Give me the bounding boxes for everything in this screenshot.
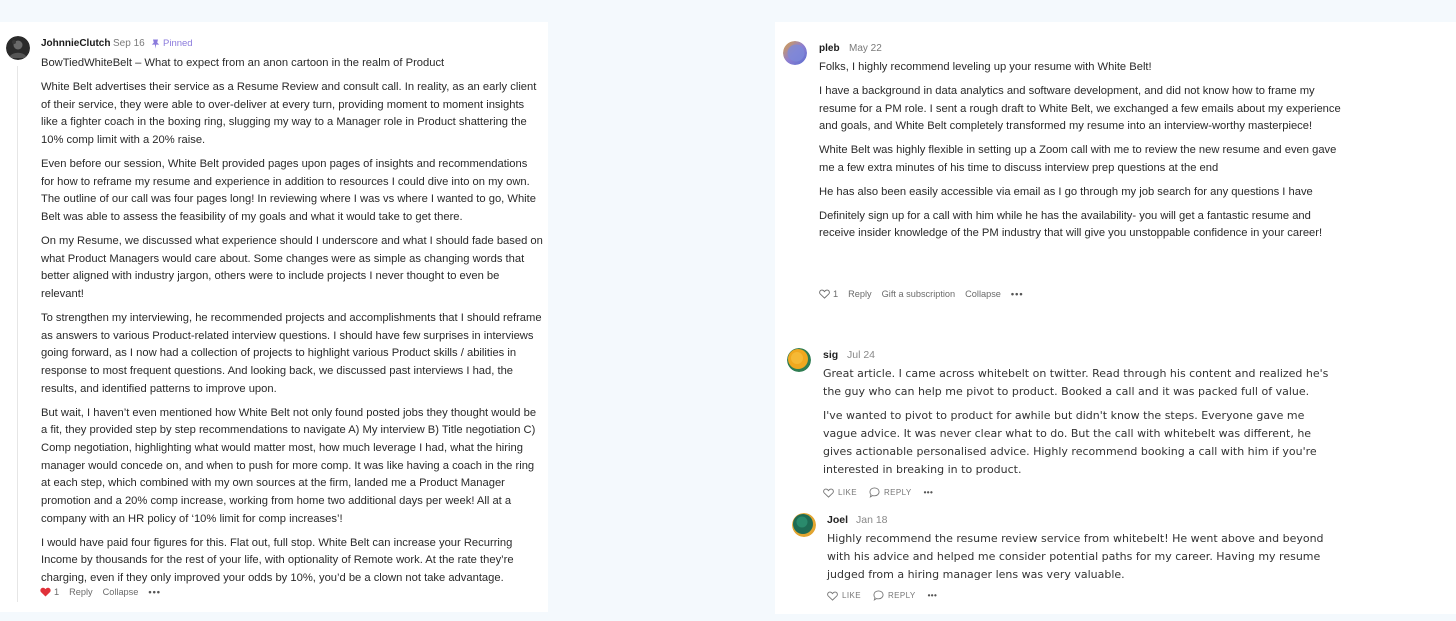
like-label: LIKE (842, 591, 861, 600)
pinned-badge: Pinned (151, 38, 193, 49)
comment-paragraph: To strengthen my interviewing, he recomm… (41, 311, 542, 395)
avatar-joel[interactable] (792, 513, 816, 537)
avatar-image (783, 41, 807, 65)
comment-paragraph: Great article. I came across whitebelt o… (823, 367, 1329, 398)
comment-paragraph: I've wanted to pivot to product for awhi… (823, 408, 1317, 476)
comment-date[interactable]: Jul 24 (847, 349, 875, 361)
like-count: 1 (54, 587, 60, 597)
comment-author[interactable]: JohnnieClutch (41, 38, 110, 49)
avatar-johnnieclutch[interactable] (6, 36, 30, 60)
pinned-label: Pinned (163, 38, 193, 49)
comment-author[interactable]: Joel (827, 514, 848, 526)
comment-paragraph: BowTiedWhiteBelt – What to expect from a… (41, 57, 445, 69)
reply-button[interactable]: REPLY (869, 487, 912, 498)
comment-actions: 1 Reply Collapse ••• (40, 587, 171, 597)
collapse-button[interactable]: Collapse (103, 587, 139, 597)
like-button[interactable]: 1 (819, 289, 838, 299)
collapse-button[interactable]: Collapse (965, 289, 1001, 299)
comment-body: Highly recommend the resume review servi… (827, 530, 1327, 584)
like-label: LIKE (838, 488, 857, 497)
comment-date[interactable]: May 22 (849, 43, 882, 54)
comment-body: Folks, I highly recommend leveling up yo… (819, 59, 1345, 243)
reply-button[interactable]: Reply (69, 587, 93, 597)
more-options-icon[interactable]: ••• (148, 587, 161, 597)
like-count: 1 (833, 289, 839, 299)
avatar-image (6, 36, 30, 60)
reply-button[interactable]: Reply (848, 289, 872, 299)
comment-body: BowTiedWhiteBelt – What to expect from a… (41, 55, 543, 588)
comment-paragraph: Folks, I highly recommend leveling up yo… (819, 61, 1152, 73)
heart-outline-icon (823, 488, 834, 498)
comment-paragraph: But wait, I haven’t even mentioned how W… (41, 406, 537, 525)
heart-filled-icon (40, 587, 51, 597)
comment-author[interactable]: pleb (819, 43, 840, 54)
gift-subscription-button[interactable]: Gift a subscription (882, 289, 956, 299)
comment-paragraph: Even before our session, White Belt prov… (41, 157, 536, 223)
reply-button[interactable]: REPLY (873, 590, 916, 601)
like-button[interactable]: LIKE (823, 488, 857, 498)
comment-paragraph: I would have paid four figures for this.… (41, 536, 514, 585)
thread-line (17, 66, 18, 602)
comment-paragraph: Definitely sign up for a call with him w… (819, 209, 1323, 240)
comment-date[interactable]: Jan 18 (856, 514, 888, 526)
comment-date[interactable]: Sep 16 (113, 38, 145, 49)
avatar-pleb[interactable] (783, 41, 807, 65)
comment-author[interactable]: sig (823, 349, 838, 361)
like-button[interactable]: LIKE (827, 591, 861, 601)
more-options-icon[interactable]: ••• (1011, 289, 1024, 299)
avatar-image (792, 513, 816, 537)
speech-bubble-icon (873, 590, 884, 601)
comment-paragraph: I have a background in data analytics an… (819, 84, 1341, 133)
comment-panel-right: pleb May 22 Folks, I highly recommend le… (775, 22, 1456, 614)
reply-label: REPLY (887, 591, 916, 600)
avatar-sig[interactable] (787, 348, 811, 372)
speech-bubble-icon (869, 487, 880, 498)
reply-label: REPLY (883, 488, 912, 497)
comment-actions: 1 Reply Gift a subscription Collapse ••• (819, 289, 1034, 299)
comment-paragraph: He has also been easily accessible via e… (819, 185, 1313, 198)
comment-paragraph: White Belt advertises their service as a… (41, 80, 537, 146)
comment-actions: LIKE REPLY ••• (823, 487, 945, 498)
heart-outline-icon (827, 591, 838, 601)
like-button[interactable]: 1 (40, 587, 59, 597)
more-options-icon[interactable]: ••• (928, 591, 938, 600)
pin-icon (151, 39, 160, 49)
heart-outline-icon (819, 289, 830, 299)
more-options-icon[interactable]: ••• (924, 488, 934, 497)
comment-paragraph: On my Resume, we discussed what experien… (41, 234, 543, 300)
comment-paragraph: White Belt was highly flexible in settin… (819, 144, 1337, 174)
avatar-image (787, 348, 811, 372)
comment-panel-left: JohnnieClutch Sep 16 Pinned BowTiedWhite… (0, 22, 548, 612)
comment-body: Great article. I came across whitebelt o… (823, 365, 1335, 478)
comment-paragraph: Highly recommend the resume review servi… (827, 532, 1324, 581)
comment-actions: LIKE REPLY ••• (827, 590, 949, 601)
